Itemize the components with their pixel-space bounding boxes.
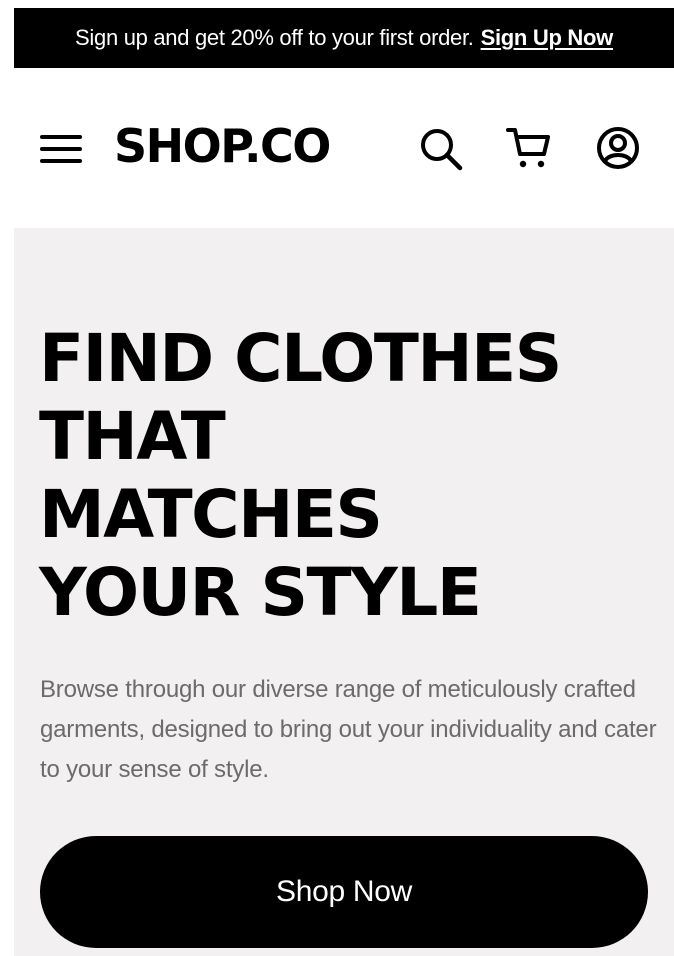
promo-banner: Sign up and get 20% off to your first or… <box>14 8 674 68</box>
hero-section: FIND CLOTHES THAT MATCHES YOUR STYLE Bro… <box>14 228 674 956</box>
shop-now-button[interactable]: Shop Now <box>40 836 648 948</box>
site-header: SHOP.CO <box>0 68 674 228</box>
hero-description: Browse through our diverse range of meti… <box>40 676 657 783</box>
hero-title-line: MATCHES <box>39 476 383 553</box>
cart-icon[interactable] <box>505 124 553 172</box>
sign-up-link[interactable]: Sign Up Now <box>481 25 614 51</box>
hero-title: FIND CLOTHES THAT MATCHES YOUR STYLE <box>39 320 659 632</box>
menu-icon[interactable] <box>38 129 86 169</box>
promo-text: Sign up and get 20% off to your first or… <box>75 25 474 50</box>
hero-title-line: THAT <box>39 398 226 475</box>
account-icon[interactable] <box>594 124 642 172</box>
search-icon[interactable] <box>416 124 464 172</box>
hero-title-line: FIND CLOTHES <box>39 320 562 397</box>
site-logo[interactable]: SHOP.CO <box>114 116 331 176</box>
hero-title-line: YOUR STYLE <box>39 554 482 631</box>
